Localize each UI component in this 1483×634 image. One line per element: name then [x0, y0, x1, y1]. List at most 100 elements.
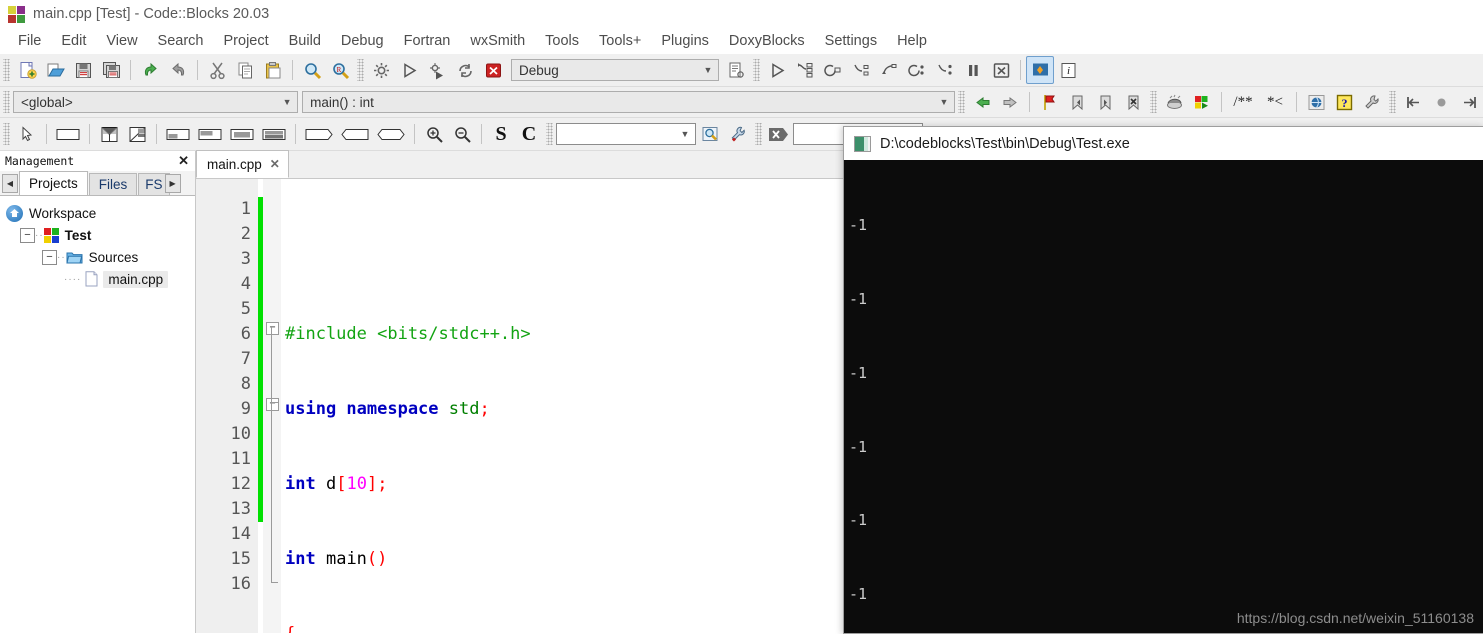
goto-previous-changed-line-icon[interactable]: [1399, 88, 1427, 116]
menu-debug[interactable]: Debug: [331, 33, 394, 49]
browse-toolbar-grip[interactable]: [958, 91, 965, 113]
doxyblocks-comment-icon[interactable]: /**: [1227, 88, 1259, 116]
debugging-windows-icon[interactable]: [1026, 56, 1054, 84]
align-expand-icon[interactable]: [258, 120, 290, 148]
doxyblocks-toolbar-grip[interactable]: [1150, 91, 1157, 113]
break-debugger-icon[interactable]: [959, 56, 987, 84]
collapse-toggle-icon[interactable]: −: [20, 227, 35, 243]
editor-tab-main-cpp[interactable]: main.cpp ✕: [196, 150, 289, 178]
doxyblocks-block-comment-icon[interactable]: *<: [1259, 88, 1291, 116]
various-info-icon[interactable]: i: [1054, 56, 1082, 84]
tab-projects[interactable]: Projects: [19, 171, 88, 195]
menu-view[interactable]: View: [96, 33, 147, 49]
tree-item-project[interactable]: − ·· Test: [6, 224, 195, 246]
new-file-icon[interactable]: [13, 56, 41, 84]
place-into-icon[interactable]: [337, 120, 373, 148]
step-into-icon[interactable]: [847, 56, 875, 84]
save-icon[interactable]: [69, 56, 97, 84]
source-view-button[interactable]: S: [487, 120, 515, 148]
doxyblocks-help-icon[interactable]: ?: [1330, 88, 1358, 116]
build-target-combo[interactable]: Debug ▼: [511, 59, 719, 81]
toggle-bookmark-icon[interactable]: [1035, 88, 1063, 116]
search-input[interactable]: ▼: [556, 123, 696, 145]
search-go-icon[interactable]: [696, 120, 724, 148]
fold-toggle-icon[interactable]: −: [266, 398, 279, 411]
next-line-icon[interactable]: [819, 56, 847, 84]
class-view-button[interactable]: C: [515, 120, 543, 148]
build-gear-icon[interactable]: [367, 56, 395, 84]
stop-debugger-icon[interactable]: [987, 56, 1015, 84]
place-before-icon[interactable]: [301, 120, 337, 148]
search-options-icon[interactable]: [724, 120, 752, 148]
step-out-icon[interactable]: [875, 56, 903, 84]
menu-fortran[interactable]: Fortran: [394, 33, 461, 49]
menu-project[interactable]: Project: [214, 33, 279, 49]
zoom-in-icon[interactable]: [420, 120, 448, 148]
paste-icon[interactable]: [259, 56, 287, 84]
clear-changes-icon[interactable]: [1427, 88, 1455, 116]
doxyblocks-config-icon[interactable]: [1358, 88, 1386, 116]
debug-continue-icon[interactable]: [763, 56, 791, 84]
scroll-right-icon[interactable]: ▶: [164, 174, 181, 193]
wxsmith-toolbar-grip[interactable]: [3, 123, 10, 145]
menu-help[interactable]: Help: [887, 33, 937, 49]
align-center-icon[interactable]: [226, 120, 258, 148]
toolbar-grip[interactable]: [3, 59, 10, 81]
tree-item-workspace[interactable]: Workspace: [6, 202, 195, 224]
find-icon[interactable]: [298, 56, 326, 84]
debug-toolbar-grip[interactable]: [753, 59, 760, 81]
next-bookmark-icon[interactable]: [1091, 88, 1119, 116]
menu-file[interactable]: File: [8, 33, 51, 49]
open-file-icon[interactable]: [41, 56, 69, 84]
menu-build[interactable]: Build: [279, 33, 331, 49]
tree-item-file[interactable]: ···· main.cpp: [6, 268, 195, 290]
previous-bookmark-icon[interactable]: [1063, 88, 1091, 116]
close-icon[interactable]: ✕: [176, 153, 191, 169]
next-instruction-icon[interactable]: [903, 56, 931, 84]
zoom-out-icon[interactable]: [448, 120, 476, 148]
scope-combo[interactable]: <global> ▼: [13, 91, 299, 113]
close-icon[interactable]: ✕: [270, 157, 280, 171]
menu-tools[interactable]: Tools: [535, 33, 589, 49]
console-body[interactable]: -1 -1 -1 -1 -1 -1 -1 -1 -1 -1 Process re…: [844, 160, 1483, 632]
box-sizer-icon[interactable]: [95, 120, 123, 148]
changebar-toolbar-grip[interactable]: [1389, 91, 1396, 113]
doxyblocks-run-icon[interactable]: [1188, 88, 1216, 116]
forward-arrow-icon[interactable]: [996, 88, 1024, 116]
menu-plugins[interactable]: Plugins: [651, 33, 719, 49]
clear-bookmarks-icon[interactable]: [1119, 88, 1147, 116]
symbols-toolbar-grip[interactable]: [3, 91, 10, 113]
redo-icon[interactable]: [164, 56, 192, 84]
filter-toolbar-grip[interactable]: [755, 123, 762, 145]
menu-search[interactable]: Search: [148, 33, 214, 49]
menu-edit[interactable]: Edit: [51, 33, 96, 49]
console-window[interactable]: D:\codeblocks\Test\bin\Debug\Test.exe -1…: [843, 126, 1483, 634]
menu-wxsmith[interactable]: wxSmith: [460, 33, 535, 49]
copy-icon[interactable]: [231, 56, 259, 84]
function-combo[interactable]: main() : int ▼: [302, 91, 955, 113]
tree-item-sources[interactable]: − ·· Sources: [6, 246, 195, 268]
back-arrow-icon[interactable]: [968, 88, 996, 116]
align-top-icon[interactable]: [194, 120, 226, 148]
collapse-toggle-icon[interactable]: −: [42, 249, 57, 265]
menu-tools-plus[interactable]: Tools+: [589, 33, 651, 49]
menu-doxyblocks[interactable]: DoxyBlocks: [719, 33, 815, 49]
search-toolbar-grip[interactable]: [546, 123, 553, 145]
tab-files[interactable]: Files: [88, 173, 138, 195]
save-all-icon[interactable]: [97, 56, 125, 84]
clear-search-icon[interactable]: [765, 120, 793, 148]
grid-sizer-icon[interactable]: [123, 120, 151, 148]
step-into-instruction-icon[interactable]: [931, 56, 959, 84]
build-toolbar-grip[interactable]: [357, 59, 364, 81]
panel-widget-icon[interactable]: [52, 120, 84, 148]
select-target-icon[interactable]: [722, 56, 750, 84]
align-left-icon[interactable]: [162, 120, 194, 148]
replace-icon[interactable]: R: [326, 56, 354, 84]
rebuild-icon[interactable]: [451, 56, 479, 84]
console-title-bar[interactable]: D:\codeblocks\Test\bin\Debug\Test.exe: [844, 127, 1483, 160]
goto-next-changed-line-icon[interactable]: [1455, 88, 1483, 116]
pointer-select-icon[interactable]: [13, 120, 41, 148]
menu-settings[interactable]: Settings: [815, 33, 887, 49]
doxyblocks-extract-icon[interactable]: [1160, 88, 1188, 116]
scroll-left-icon[interactable]: ◀: [2, 174, 18, 193]
